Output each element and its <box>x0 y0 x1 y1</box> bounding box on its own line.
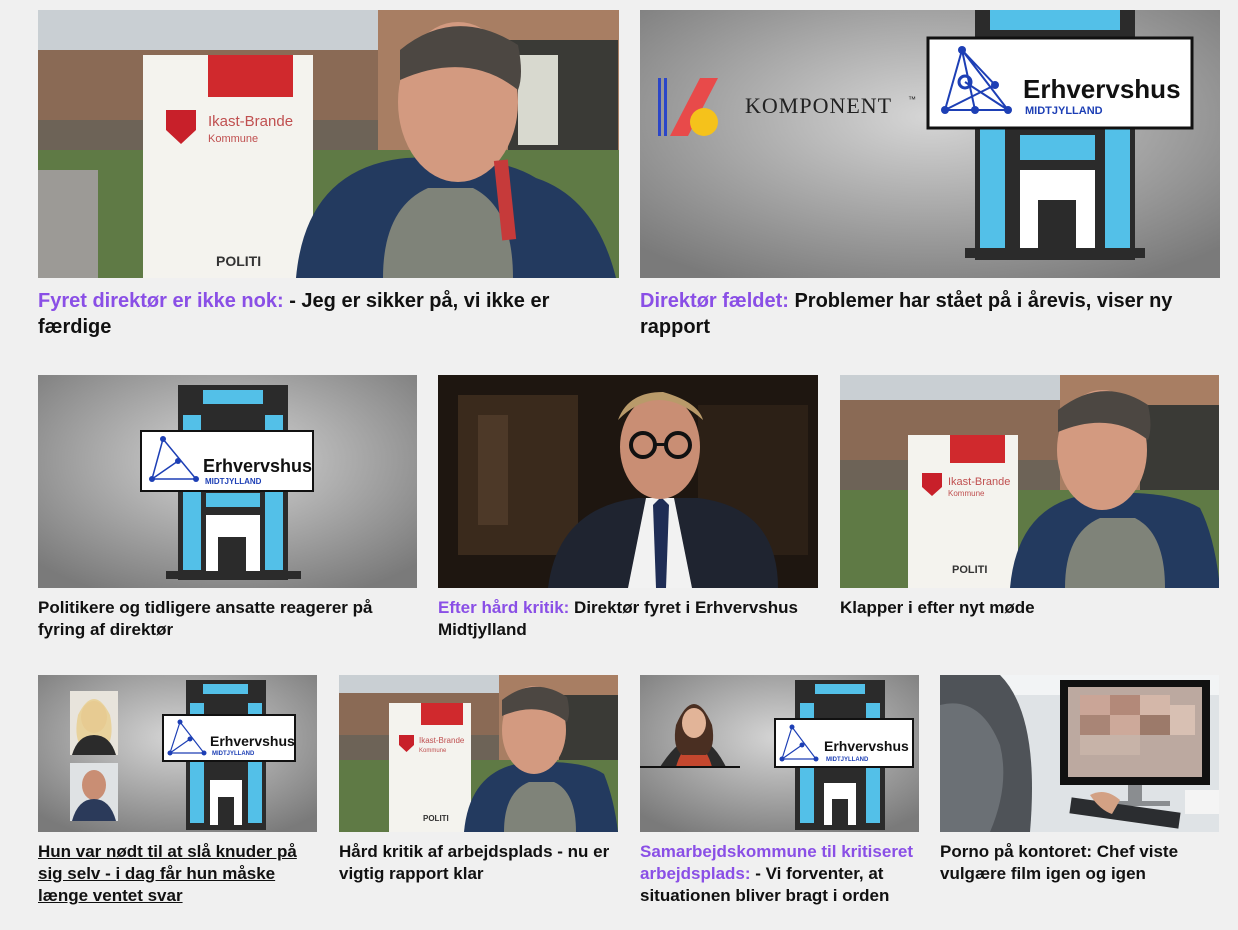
article-headline[interactable]: Efter hård kritik: Direktør fyret i Erhv… <box>438 597 818 641</box>
article-headline[interactable]: Politikere og tidligere ansatte reagerer… <box>38 597 417 641</box>
person-at-computer-photo <box>940 675 1219 832</box>
article-card[interactable]: Efter hård kritik: Direktør fyret i Erhv… <box>438 375 818 641</box>
svg-text:Kommune: Kommune <box>208 133 258 145</box>
svg-text:POLITI: POLITI <box>216 253 261 269</box>
woman-portrait-erhvervshus-graphic: Erhvervshus MIDTJYLLAND <box>640 675 919 832</box>
erhvervshus-building-graphic: Erhvervshus MIDTJYLLAND <box>38 375 417 588</box>
article-card[interactable]: Erhvervshus MIDTJYLLAND Samarbejdskommun… <box>640 675 919 907</box>
article-kicker: Direktør fældet: <box>640 290 789 312</box>
svg-text:POLITI: POLITI <box>423 814 449 823</box>
article-card[interactable]: Porno på kontoret: Chef viste vulgære fi… <box>940 675 1219 885</box>
svg-text:MIDTJYLLAND: MIDTJYLLAND <box>205 477 262 486</box>
article-kicker: Fyret direktør er ikke nok: <box>38 290 284 312</box>
article-image[interactable] <box>940 675 1219 832</box>
svg-text:Erhvervshus: Erhvervshus <box>824 738 909 754</box>
article-card[interactable]: Ikast-Brande Kommune POLITI Hård kritik … <box>339 675 618 885</box>
two-portraits-erhvervshus-graphic: Erhvervshus MIDTJYLLAND <box>38 675 317 832</box>
article-headline[interactable]: Klapper i efter nyt møde <box>840 597 1219 619</box>
article-headline[interactable]: Hun var nødt til at slå knuder på sig se… <box>38 841 317 907</box>
article-card[interactable]: Erhvervshus MIDTJYLLAND KOMPONENT ™ Dire… <box>640 10 1220 340</box>
article-image[interactable]: Ikast-Brande Kommune POLITI <box>840 375 1219 588</box>
article-headline[interactable]: Fyret direktør er ikke nok: - Jeg er sik… <box>38 288 619 340</box>
man-at-sign-photo: Ikast-Brande Kommune POLITI <box>38 10 619 278</box>
svg-text:MIDTJYLLAND: MIDTJYLLAND <box>826 757 869 763</box>
svg-text:Ikast-Brande: Ikast-Brande <box>948 476 1010 488</box>
sign-text: Ikast-Brande <box>208 113 293 130</box>
article-card[interactable]: Ikast-Brande Kommune POLITI Klapper i ef… <box>840 375 1219 619</box>
man-at-sign-photo: Ikast-Brande Kommune POLITI <box>339 675 618 832</box>
article-image[interactable]: Ikast-Brande Kommune POLITI <box>339 675 618 832</box>
svg-text:Erhvervshus: Erhvervshus <box>203 456 312 476</box>
svg-text:POLITI: POLITI <box>952 564 987 576</box>
man-at-sign-photo: Ikast-Brande Kommune POLITI <box>840 375 1219 588</box>
svg-text:Erhvervshus: Erhvervshus <box>210 733 295 749</box>
article-image[interactable]: Ikast-Brande Kommune POLITI <box>38 10 619 278</box>
svg-text:Kommune: Kommune <box>419 748 447 754</box>
svg-text:Ikast-Brande: Ikast-Brande <box>419 736 465 745</box>
article-kicker: Efter hård kritik: <box>438 598 570 617</box>
svg-text:Erhvervshus: Erhvervshus <box>1023 74 1181 104</box>
komponent-erhvervshus-graphic: Erhvervshus MIDTJYLLAND KOMPONENT ™ <box>640 10 1220 278</box>
news-grid: Ikast-Brande Kommune POLITI Fyret direkt… <box>0 0 1238 930</box>
man-with-glasses-photo <box>438 375 818 588</box>
article-image[interactable]: Erhvervshus MIDTJYLLAND KOMPONENT ™ <box>640 10 1220 278</box>
svg-text:MIDTJYLLAND: MIDTJYLLAND <box>1025 105 1103 117</box>
article-image[interactable]: Erhvervshus MIDTJYLLAND <box>38 375 417 588</box>
article-headline[interactable]: Porno på kontoret: Chef viste vulgære fi… <box>940 841 1219 885</box>
article-title: Hård kritik af arbejdsplads - nu er vigt… <box>339 842 610 884</box>
article-image[interactable] <box>438 375 818 588</box>
article-card[interactable]: Ikast-Brande Kommune POLITI Fyret direkt… <box>38 10 619 340</box>
svg-text:KOMPONENT: KOMPONENT <box>745 93 892 118</box>
svg-text:Kommune: Kommune <box>948 489 985 498</box>
article-card[interactable]: Erhvervshus MIDTJYLLAND Politikere og ti… <box>38 375 417 641</box>
article-image[interactable]: Erhvervshus MIDTJYLLAND <box>640 675 919 832</box>
article-headline[interactable]: Hård kritik af arbejdsplads - nu er vigt… <box>339 841 618 885</box>
svg-text:™: ™ <box>908 95 916 104</box>
article-headline[interactable]: Direktør fældet: Problemer har stået på … <box>640 288 1220 340</box>
article-image[interactable]: Erhvervshus MIDTJYLLAND <box>38 675 317 832</box>
article-card[interactable]: Erhvervshus MIDTJYLLAND Hun var nødt til… <box>38 675 317 907</box>
article-title: Hun var nødt til at slå knuder på sig se… <box>38 842 297 906</box>
article-title: Porno på kontoret: Chef viste vulgære fi… <box>940 842 1179 884</box>
article-headline[interactable]: Samarbejdskommune til kritiseret arbejds… <box>640 841 919 907</box>
article-title: Politikere og tidligere ansatte reagerer… <box>38 598 373 640</box>
article-title: Klapper i efter nyt møde <box>840 598 1035 617</box>
svg-text:MIDTJYLLAND: MIDTJYLLAND <box>212 751 255 757</box>
